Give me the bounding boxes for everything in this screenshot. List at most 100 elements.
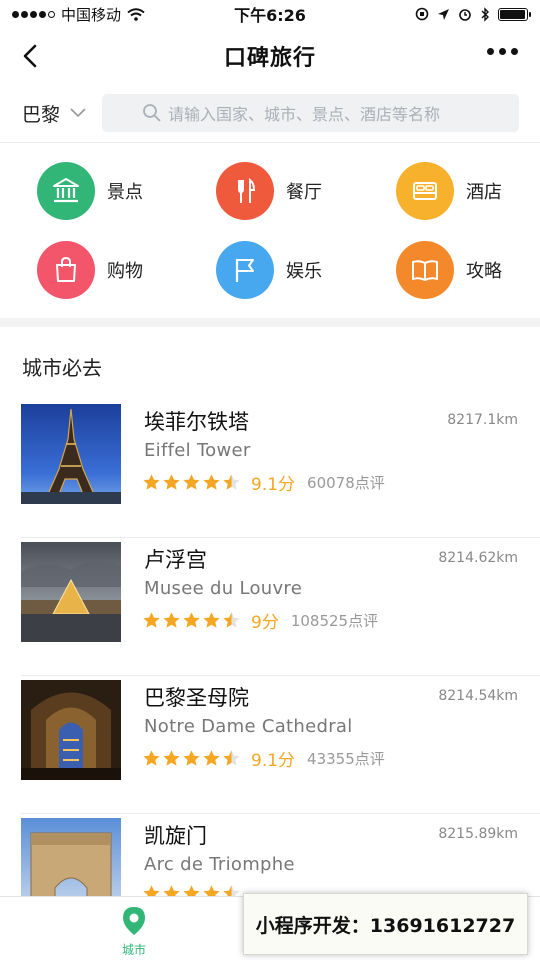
category-grid: 景点 餐厅 酒店 购物 娱乐 攻略 <box>0 155 540 315</box>
category-hotels[interactable]: 酒店 <box>396 162 502 220</box>
place-rating: 9.1分 43355点评 <box>142 746 385 771</box>
category-circle <box>216 241 274 299</box>
list-item[interactable]: 埃菲尔铁塔 Eiffel Tower 8217.1km 9.1分 60078点评 <box>0 400 540 538</box>
more-options-icon[interactable] <box>487 48 518 55</box>
list-item[interactable]: 卢浮宫 Musee du Louvre 8214.62km 9分 108525点… <box>0 538 540 676</box>
louvre-thumbnail <box>21 542 121 642</box>
place-score: 9.1分 <box>251 751 296 771</box>
star-full-icon <box>203 750 220 766</box>
back-arrow-icon[interactable] <box>18 42 46 70</box>
category-guides[interactable]: 攻略 <box>396 241 502 299</box>
category-shopping[interactable]: 购物 <box>37 241 143 299</box>
alarm-icon <box>459 9 471 21</box>
star-full-icon <box>183 474 200 490</box>
city-selector[interactable]: 巴黎 <box>22 100 102 127</box>
search-icon <box>143 104 161 122</box>
place-review-count: 43355点评 <box>307 750 385 768</box>
star-full-icon <box>203 474 220 490</box>
status-left: 中国移动 <box>12 4 202 25</box>
place-rating: 9.1分 60078点评 <box>142 470 385 495</box>
book-icon <box>412 260 438 281</box>
category-label: 酒店 <box>466 182 502 203</box>
list-item[interactable]: 巴黎圣母院 Notre Dame Cathedral 8214.54km 9.1… <box>0 676 540 814</box>
museum-icon <box>53 178 79 203</box>
chevron-down-icon <box>70 108 86 118</box>
place-score: 9分 <box>251 613 279 633</box>
notre-dame-thumbnail <box>21 680 121 780</box>
category-attractions[interactable]: 景点 <box>37 162 143 220</box>
tab-city-label: 城市 <box>121 943 146 957</box>
category-label: 餐厅 <box>286 182 322 203</box>
category-label: 景点 <box>107 182 143 203</box>
star-half-icon <box>223 474 240 490</box>
category-label: 购物 <box>107 261 143 282</box>
category-circle <box>396 162 454 220</box>
bluetooth-icon <box>481 6 489 22</box>
category-circle <box>216 162 274 220</box>
place-distance: 8215.89km <box>438 826 518 842</box>
place-name: 卢浮宫 <box>144 548 207 572</box>
status-time: 下午6:26 <box>234 6 306 25</box>
wifi-icon <box>127 7 145 21</box>
place-distance: 8214.62km <box>438 550 518 566</box>
star-full-icon <box>183 612 200 628</box>
place-distance: 8214.54km <box>438 688 518 704</box>
place-review-count: 108525点评 <box>290 612 379 630</box>
place-name: 凯旋门 <box>144 824 207 848</box>
contact-watermark: 小程序开发：13691612727 <box>243 893 528 955</box>
search-placeholder: 请输入国家、城市、景点、酒店等名称 <box>168 105 441 124</box>
star-full-icon <box>143 474 160 490</box>
nav-bar: 口碑旅行 <box>0 28 540 84</box>
star-full-icon <box>163 474 180 490</box>
star-rating <box>142 611 241 630</box>
city-selector-label: 巴黎 <box>22 103 61 126</box>
place-name: 巴黎圣母院 <box>144 686 249 710</box>
section-title: 城市必去 <box>22 356 102 380</box>
star-full-icon <box>163 612 180 628</box>
divider <box>0 142 540 143</box>
signal-strength-icon <box>12 10 55 18</box>
category-restaurants[interactable]: 餐厅 <box>216 162 322 220</box>
category-label: 攻略 <box>466 261 502 282</box>
place-score: 9.1分 <box>251 475 296 495</box>
star-full-icon <box>143 750 160 766</box>
section-divider <box>0 318 540 327</box>
tab-city[interactable]: 城市 <box>104 905 164 958</box>
fork-knife-icon <box>238 177 256 203</box>
place-english-name: Musee du Louvre <box>144 578 303 599</box>
category-circle <box>37 241 95 299</box>
location-arrow-icon <box>438 8 449 20</box>
star-full-icon <box>143 612 160 628</box>
place-english-name: Eiffel Tower <box>144 440 251 461</box>
place-name: 埃菲尔铁塔 <box>144 410 249 434</box>
bed-icon <box>413 182 437 200</box>
status-right <box>338 6 531 22</box>
category-circle <box>37 162 95 220</box>
status-bar: 中国移动 下午6:26 <box>0 0 540 28</box>
place-rating: 9分 108525点评 <box>142 608 378 633</box>
star-full-icon <box>203 612 220 628</box>
star-full-icon <box>163 750 180 766</box>
shopping-bag-icon <box>56 256 76 282</box>
search-row: 巴黎 请输入国家、城市、景点、酒店等名称 <box>0 90 540 136</box>
place-review-count: 60078点评 <box>307 474 385 492</box>
eiffel-tower-thumbnail <box>21 404 121 504</box>
category-entertainment[interactable]: 娱乐 <box>216 241 322 299</box>
rotation-lock-icon <box>415 7 429 21</box>
page-title: 口碑旅行 <box>223 46 316 71</box>
place-english-name: Notre Dame Cathedral <box>144 716 353 737</box>
place-distance: 8217.1km <box>447 412 518 428</box>
star-half-icon <box>223 750 240 766</box>
battery-icon <box>498 7 531 21</box>
star-full-icon <box>183 750 200 766</box>
search-input[interactable]: 请输入国家、城市、景点、酒店等名称 <box>102 94 519 132</box>
star-rating <box>142 473 241 492</box>
category-circle <box>396 241 454 299</box>
category-label: 娱乐 <box>286 261 322 282</box>
location-pin-icon <box>123 907 145 935</box>
place-english-name: Arc de Triomphe <box>144 854 295 875</box>
star-half-icon <box>223 612 240 628</box>
star-rating <box>142 749 241 768</box>
flag-icon <box>235 259 254 282</box>
carrier-label: 中国移动 <box>61 5 122 24</box>
